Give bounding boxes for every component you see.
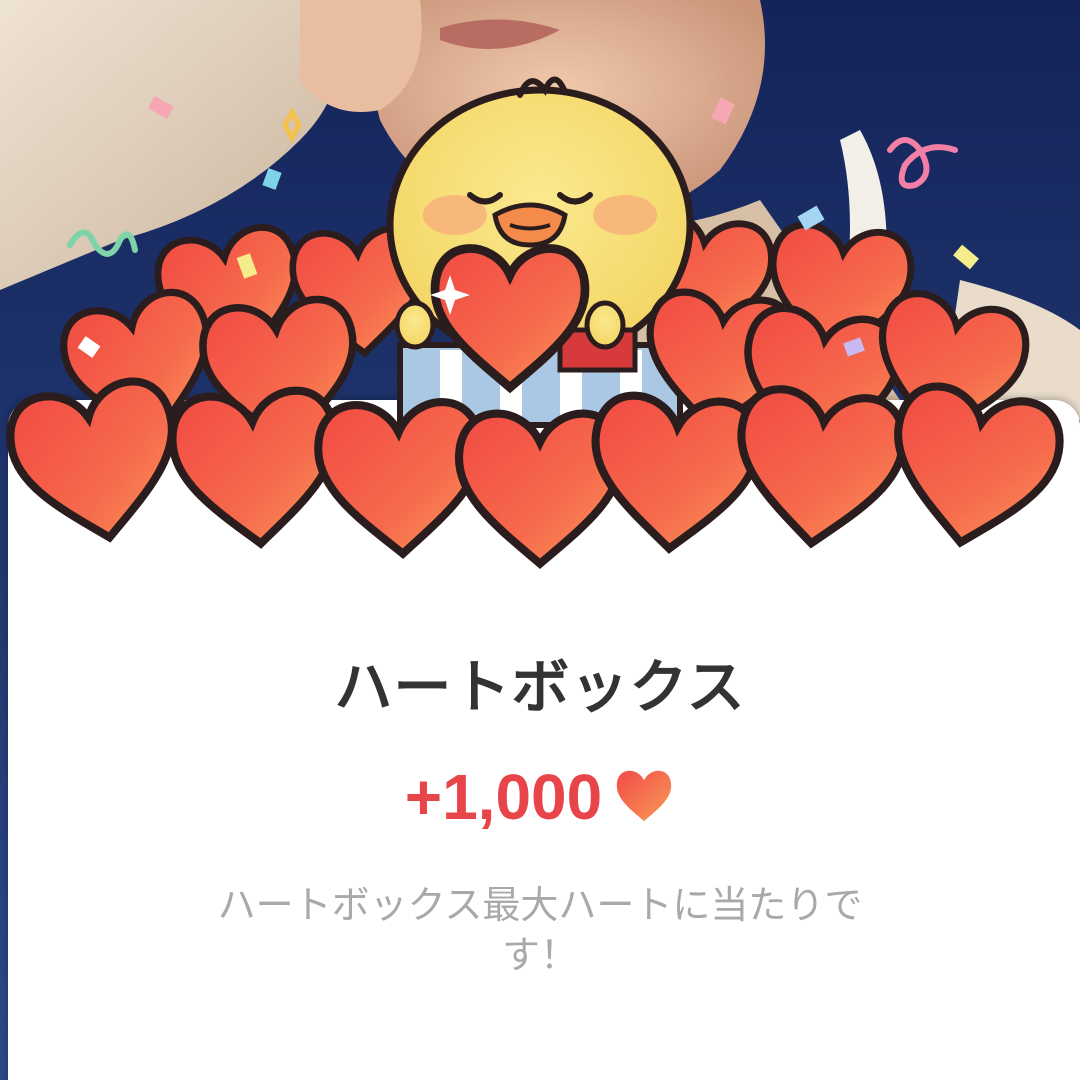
heart-icon (617, 770, 672, 822)
heart-box-result-screen: ハートボックス +1,000 ハートボックス最大ハートに当たりです！ (0, 0, 1080, 1080)
result-message: ハートボックス最大ハートに当たりです！ (217, 883, 863, 977)
reward-amount: +1,000 (404, 761, 603, 833)
dialog-title: ハートボックス (334, 653, 746, 721)
reward-row: +1,000 (0, 760, 1080, 834)
heart-box-illustration (0, 76, 1080, 600)
